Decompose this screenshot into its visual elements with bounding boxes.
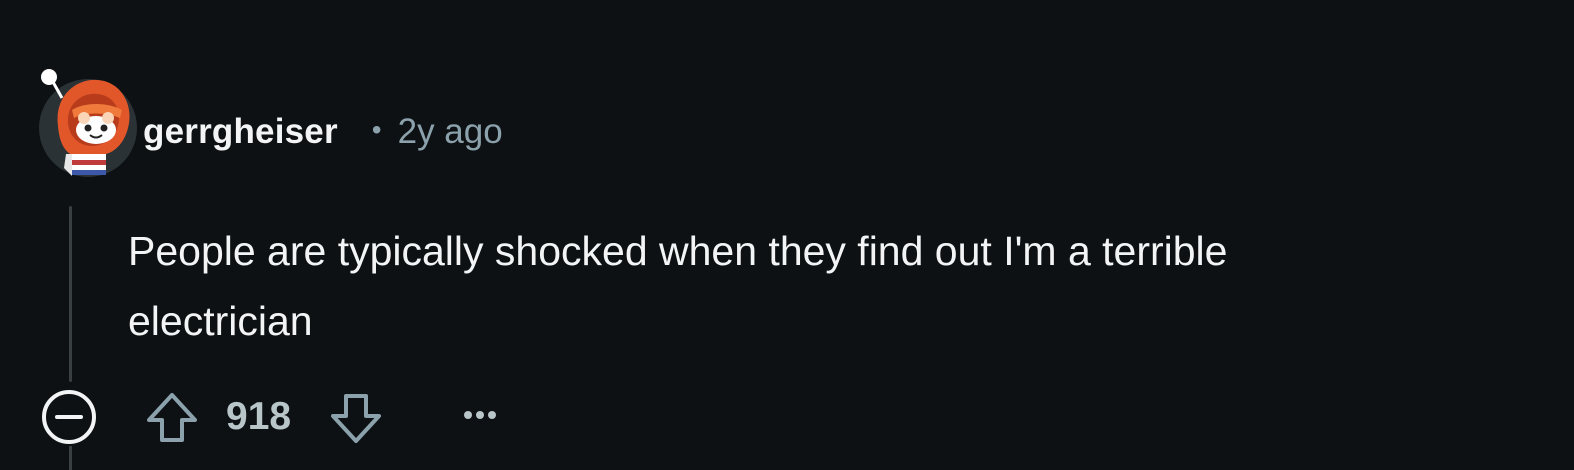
upvote-button[interactable] — [144, 390, 200, 446]
thread-line[interactable] — [69, 206, 72, 382]
separator-dot: • — [371, 114, 382, 145]
collapse-button[interactable] — [40, 388, 98, 446]
comment-header: gerrgheiser • 2y ago — [143, 108, 503, 156]
score-count: 918 — [226, 395, 292, 438]
timestamp[interactable]: 2y ago — [398, 112, 503, 152]
downvote-button[interactable] — [328, 390, 384, 446]
comment-body-line-1: People are typically shocked when they f… — [128, 228, 1228, 274]
ellipsis-icon — [464, 411, 496, 419]
minus-circle-icon — [42, 390, 96, 444]
avatar[interactable] — [36, 64, 140, 180]
comment: gerrgheiser • 2y ago People are typicall… — [0, 0, 1574, 470]
comment-body: People are typically shocked when they f… — [128, 216, 1548, 356]
thread-line-continuation[interactable] — [69, 446, 72, 470]
comment-actions: 918 — [40, 388, 560, 446]
username-link[interactable]: gerrgheiser — [143, 112, 338, 152]
more-options-button[interactable] — [456, 400, 504, 430]
arrow-up-icon — [147, 393, 197, 442]
comment-body-line-2: electrician — [128, 298, 313, 344]
arrow-down-icon — [331, 394, 381, 443]
